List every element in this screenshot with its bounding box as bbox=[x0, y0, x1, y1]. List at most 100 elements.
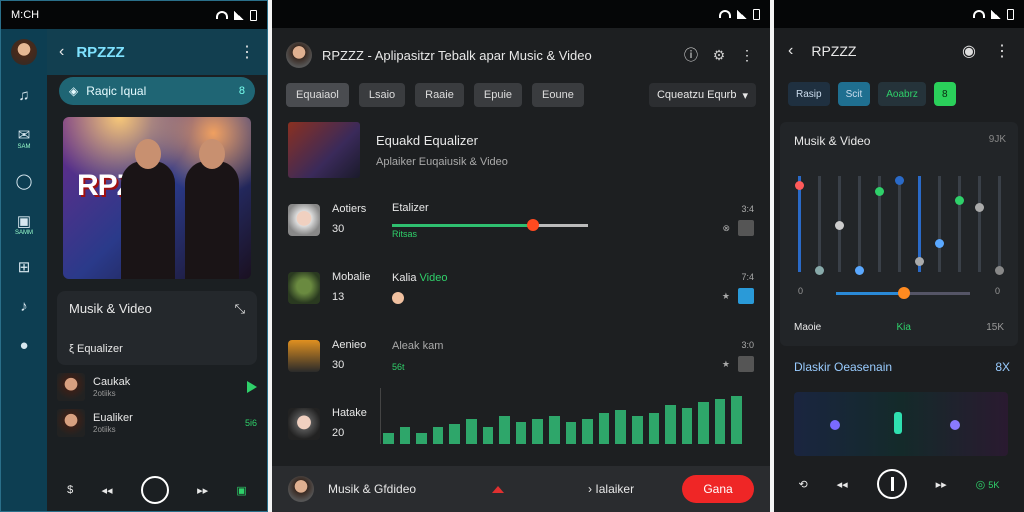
wifi-icon bbox=[973, 10, 985, 18]
item-name: Aenieo bbox=[332, 339, 367, 352]
list-item[interactable]: Caukak 2otiiks bbox=[57, 373, 257, 401]
item-name: Mobalie bbox=[332, 271, 371, 284]
more-icon[interactable]: ⋮ bbox=[239, 42, 255, 62]
info-icon[interactable]: ⓘ bbox=[682, 45, 700, 65]
band-knob[interactable] bbox=[815, 266, 824, 275]
status-bar: M:CH bbox=[1, 1, 267, 29]
chip[interactable]: Epuie bbox=[473, 83, 523, 107]
music-note-icon[interactable]: ♫ bbox=[12, 87, 36, 104]
tab-scit[interactable]: Scit bbox=[837, 82, 871, 106]
clipboard-icon[interactable]: ▣ SAMM bbox=[12, 212, 36, 236]
band-knob[interactable] bbox=[955, 195, 964, 205]
expand-up-icon[interactable] bbox=[492, 485, 505, 493]
eq-band-slider[interactable] bbox=[795, 176, 804, 272]
band-knob[interactable] bbox=[795, 180, 804, 190]
now-playing-title: Musik & Gfdideo bbox=[328, 482, 417, 496]
eq-band-slider[interactable] bbox=[875, 176, 884, 272]
back-icon[interactable]: ‹ bbox=[59, 43, 64, 61]
preset-dropdown[interactable]: Cqueatzu Equrb ▾ bbox=[648, 83, 756, 107]
chip[interactable]: Lsaio bbox=[358, 83, 406, 107]
star-icon[interactable]: ★ bbox=[722, 359, 730, 370]
band-knob[interactable] bbox=[935, 239, 944, 248]
equalizer-toggle-icon[interactable]: ◎ 5K bbox=[976, 478, 1000, 491]
album-art[interactable]: RPZZZ bbox=[63, 117, 251, 279]
play-pause-button[interactable] bbox=[140, 476, 169, 504]
preset-tabs: Rasip Scit Aoabrz 8 bbox=[774, 82, 1024, 106]
slider-knob[interactable] bbox=[898, 287, 910, 299]
item-time: 7:4 bbox=[741, 272, 754, 282]
star-icon[interactable]: ★ bbox=[722, 291, 730, 302]
track-thumbnail bbox=[57, 373, 85, 401]
avatar[interactable] bbox=[288, 476, 314, 502]
list-item[interactable]: Mobalie 13 Kalia Video 7:4 ★ bbox=[272, 254, 770, 322]
band-knob[interactable] bbox=[895, 176, 904, 185]
band-knob[interactable] bbox=[875, 186, 884, 196]
more-icon[interactable]: ⋮ bbox=[738, 47, 756, 64]
chip[interactable]: Equaiaol bbox=[286, 83, 349, 107]
list-item[interactable]: Eualiker 2otiiks 5i6 bbox=[57, 409, 257, 437]
eq-band-slider[interactable] bbox=[995, 176, 1004, 275]
footer-label[interactable]: › Ialaiker bbox=[588, 482, 634, 496]
chip[interactable]: Raaie bbox=[415, 83, 464, 107]
player-controls: ⟲ ◂◂ ▸▸ ◎ 5K bbox=[784, 464, 1014, 504]
pause-button[interactable] bbox=[876, 469, 907, 499]
eq-band-slider[interactable] bbox=[915, 176, 924, 272]
eq-band-slider[interactable] bbox=[835, 176, 844, 272]
expand-icon[interactable]: ⤡ bbox=[235, 301, 245, 317]
eq-bar bbox=[449, 424, 460, 444]
music-card[interactable]: Musik & Video ⤡ ξ Equalizer bbox=[57, 291, 257, 365]
eq-band-slider[interactable] bbox=[935, 176, 944, 272]
balance-slider[interactable] bbox=[836, 287, 970, 299]
eq-band-slider[interactable] bbox=[895, 176, 904, 272]
band-knob[interactable] bbox=[835, 221, 844, 230]
list-item[interactable]: Aenieo 30 Aleak kam 56t 3:0 ★ bbox=[272, 322, 770, 390]
level-slider[interactable] bbox=[392, 218, 588, 231]
tab-8[interactable]: 8 bbox=[933, 82, 956, 106]
prev-icon[interactable]: ◂◂ bbox=[837, 478, 848, 491]
toggle-icon[interactable] bbox=[738, 220, 754, 236]
toggle-icon[interactable] bbox=[738, 288, 754, 304]
back-icon[interactable]: ‹ bbox=[788, 42, 793, 60]
tab-aoabrz[interactable]: Aoabrz bbox=[878, 82, 926, 106]
more-icon[interactable]: ⋮ bbox=[994, 41, 1010, 61]
featured-item[interactable]: Equakd Equalizer Aplaiker Euqaiusik & Vi… bbox=[272, 122, 770, 178]
item-time: 3:4 bbox=[741, 204, 754, 214]
eq-bar bbox=[615, 410, 626, 444]
signal-icon bbox=[991, 9, 1001, 19]
person-icon[interactable]: ● bbox=[12, 337, 36, 354]
prev-icon[interactable]: ◂◂ bbox=[102, 484, 113, 497]
repeat-icon[interactable]: ⟲ bbox=[798, 478, 807, 491]
tab-rasip[interactable]: Rasip bbox=[788, 82, 830, 106]
next-icon[interactable]: ▸▸ bbox=[936, 478, 947, 491]
slider-knob[interactable] bbox=[527, 218, 540, 231]
settings-icon[interactable]: ⚙ bbox=[710, 47, 728, 64]
band-knob[interactable] bbox=[995, 266, 1004, 275]
mail-icon[interactable]: ✉ SAM bbox=[12, 126, 36, 150]
chat-icon[interactable]: ◯ bbox=[12, 172, 36, 190]
eq-band-slider[interactable] bbox=[815, 176, 824, 275]
send-button[interactable]: Gana bbox=[682, 475, 754, 503]
eq-band-slider[interactable] bbox=[855, 176, 864, 275]
band-knob[interactable] bbox=[915, 257, 924, 266]
avatar[interactable] bbox=[286, 42, 312, 68]
cast-icon[interactable]: ▣ bbox=[236, 484, 246, 497]
chip[interactable]: Eoune bbox=[532, 83, 584, 107]
band-knob[interactable] bbox=[975, 203, 984, 212]
play-icon[interactable] bbox=[247, 381, 257, 393]
record-icon[interactable]: ◉ bbox=[962, 41, 976, 61]
eq-bar bbox=[598, 413, 610, 444]
band-knob[interactable] bbox=[855, 266, 864, 275]
avatar[interactable] bbox=[11, 39, 37, 65]
page-title: RPZZZ bbox=[76, 43, 125, 61]
grid-icon[interactable]: ⊞ bbox=[12, 258, 36, 276]
list-item[interactable]: Aotiers 30 Etalizer Ritsas 3:4 ⊗ bbox=[272, 186, 770, 254]
note-icon[interactable]: ♪ bbox=[12, 298, 36, 315]
eq-band-slider[interactable] bbox=[975, 176, 984, 272]
eq-band-slider[interactable] bbox=[955, 176, 964, 272]
pin-icon[interactable]: ⊗ bbox=[722, 223, 730, 234]
next-icon[interactable]: ▸▸ bbox=[197, 484, 208, 497]
dollar-icon[interactable]: $ bbox=[67, 484, 73, 496]
item-time: 3:0 bbox=[741, 340, 754, 350]
toggle-icon[interactable] bbox=[738, 356, 754, 372]
equalizer-pill[interactable]: ◈ Raqic Iqual 8 bbox=[59, 77, 255, 105]
